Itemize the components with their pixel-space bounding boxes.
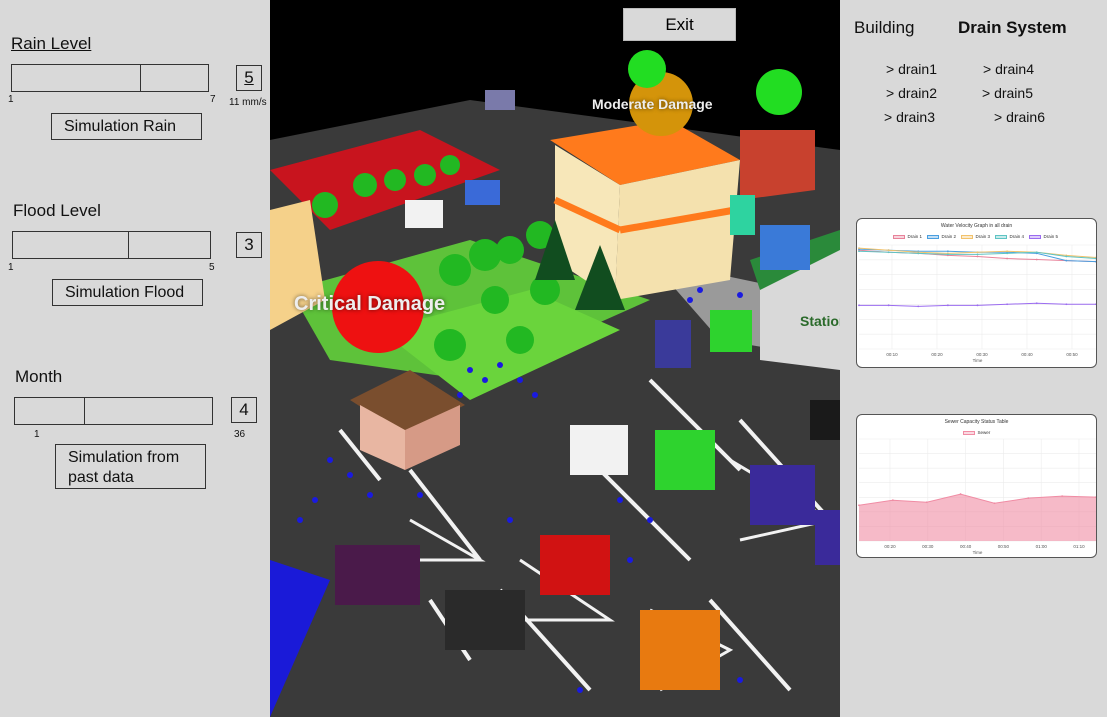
data-point <box>1065 255 1068 258</box>
data-point <box>1065 259 1068 262</box>
data-point <box>1095 303 1096 306</box>
month-slider[interactable] <box>14 397 213 425</box>
flood-level-slider[interactable] <box>12 231 211 259</box>
x-tick-label: 01:10 <box>1073 544 1085 549</box>
simulation-rain-button[interactable]: Simulation Rain <box>51 113 202 140</box>
rain-unit-label: 11 mm/s <box>229 97 267 108</box>
rain-level-slider[interactable] <box>11 64 209 92</box>
x-tick-label: 01:00 <box>1036 544 1048 549</box>
safe-building-indicator <box>756 69 802 115</box>
data-point <box>1065 303 1068 306</box>
data-point <box>1027 497 1030 500</box>
drain-list-item-2[interactable]: > drain2 <box>886 85 937 101</box>
rain-slider-handle[interactable] <box>140 64 141 92</box>
data-point <box>1035 258 1038 261</box>
rain-max-label: 7 <box>210 94 216 105</box>
x-tick-label: 00:50 <box>998 544 1010 549</box>
drain-list-item-3[interactable]: > drain3 <box>884 109 935 125</box>
month-label: Month <box>15 367 63 386</box>
x-tick-label: 00:10 <box>886 352 898 357</box>
series-area <box>859 494 1096 541</box>
x-tick-label: 00:20 <box>884 544 896 549</box>
data-point <box>946 304 949 307</box>
x-tick-label: 00:40 <box>960 544 972 549</box>
data-point <box>887 304 890 307</box>
drain-list-item-6[interactable]: > drain6 <box>994 109 1045 125</box>
control-panel: Rain Level 1 7 5 11 mm/s Simulation Rain… <box>0 0 270 717</box>
data-point <box>887 249 890 252</box>
data-point <box>1006 257 1009 260</box>
moderate-damage-label: Moderate Damage <box>592 96 713 112</box>
x-axis-label: Time <box>973 550 983 555</box>
simulation-past-data-button[interactable]: Simulation from past data <box>55 444 206 489</box>
water-velocity-chart: Water Velocity Graph in all drain Drain … <box>856 218 1097 368</box>
data-point <box>917 252 920 255</box>
data-point <box>993 502 996 505</box>
drain-list-item-1[interactable]: > drain1 <box>886 61 937 77</box>
city-3d-viewport[interactable]: Critical Damage Moderate Damage Station <box>270 0 840 717</box>
month-slider-handle[interactable] <box>84 397 85 425</box>
simulation-flood-button[interactable]: Simulation Flood <box>52 279 203 306</box>
flood-level-label: Flood Level <box>13 201 101 220</box>
data-point <box>887 251 890 254</box>
data-point <box>1095 260 1096 263</box>
exit-button[interactable]: Exit <box>623 8 736 41</box>
info-panel: Building Drain System > drain1 > drain2 … <box>840 0 1107 717</box>
month-value-box: 4 <box>231 397 257 423</box>
data-point <box>1035 251 1038 254</box>
data-point <box>1061 495 1064 498</box>
data-point <box>1035 302 1038 305</box>
data-point <box>925 501 928 504</box>
flood-value-box: 3 <box>236 232 262 258</box>
data-point <box>976 304 979 307</box>
tab-building[interactable]: Building <box>854 18 915 38</box>
x-tick-label: 00:50 <box>1066 352 1078 357</box>
flood-max-label: 5 <box>209 262 215 273</box>
x-tick-label: 00:30 <box>976 352 988 357</box>
data-point <box>959 493 962 495</box>
data-point <box>976 253 979 256</box>
x-tick-label: 00:20 <box>931 352 943 357</box>
data-point <box>1006 303 1009 306</box>
month-min-label: 1 <box>34 429 40 440</box>
rain-min-label: 1 <box>8 94 14 105</box>
data-point <box>976 251 979 254</box>
data-point <box>976 255 979 258</box>
month-max-label: 36 <box>234 429 246 440</box>
station-sign: Station <box>800 313 840 329</box>
data-point <box>858 250 860 253</box>
data-point <box>1095 257 1096 260</box>
tab-drain-system[interactable]: Drain System <box>958 18 1067 38</box>
flood-min-label: 1 <box>8 262 14 273</box>
data-point <box>858 247 860 250</box>
data-point <box>917 305 920 308</box>
data-point <box>1006 252 1009 255</box>
drain-list-item-5[interactable]: > drain5 <box>982 85 1033 101</box>
sewer-capacity-chart: Sewer Capacity Status Table Sewer 00:20 0… <box>856 414 1097 558</box>
flood-slider-handle[interactable] <box>128 231 129 259</box>
drain-list-item-4[interactable]: > drain4 <box>983 61 1034 77</box>
data-point <box>891 499 894 502</box>
data-point <box>858 304 860 307</box>
critical-damage-label: Critical Damage <box>294 293 446 315</box>
safe-building-indicator <box>628 50 666 88</box>
data-point <box>946 250 949 253</box>
x-tick-label: 00:30 <box>922 544 934 549</box>
x-axis-label: Time <box>973 358 983 363</box>
data-point <box>1095 496 1096 499</box>
data-point <box>946 253 949 256</box>
data-point <box>858 504 860 507</box>
city-scene <box>270 50 840 717</box>
data-point <box>1006 250 1009 253</box>
rain-level-label: Rain Level <box>11 34 92 53</box>
x-tick-label: 00:40 <box>1021 352 1033 357</box>
rain-value-box: 5 <box>236 65 262 91</box>
